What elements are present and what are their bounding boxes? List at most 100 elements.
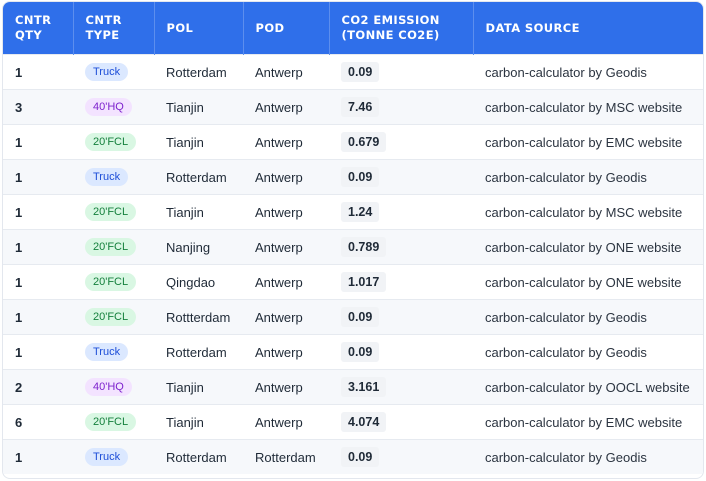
container-type-badge: 20'FCL bbox=[85, 203, 137, 221]
cell-cntr-type: Truck bbox=[73, 439, 154, 474]
cell-pod: Antwerp bbox=[243, 159, 329, 195]
emissions-table: CNTR QTY CNTR TYPE POL POD CO2 EMISSION … bbox=[3, 2, 703, 474]
table-row[interactable]: 1 20'FCL Qingdao Antwerp 1.017 carbon-calcula… bbox=[3, 264, 703, 300]
table-row[interactable]: 1 Truck Rotterdam Antwerp 0.09 carbon-calcula… bbox=[3, 159, 703, 195]
cell-cntr-type: 20'FCL bbox=[73, 404, 154, 440]
header-cntr-type[interactable]: CNTR TYPE bbox=[73, 2, 155, 55]
table-row[interactable]: 1 20'FCL Rottterdam Antwerp 0.09 carbon-calcu… bbox=[3, 299, 703, 335]
emission-value: 0.09 bbox=[341, 62, 380, 82]
cell-co2-emission: 0.679 bbox=[329, 124, 473, 160]
cell-pod: Antwerp bbox=[243, 89, 329, 125]
cell-pol: Tianjin bbox=[154, 194, 243, 230]
cell-co2-emission: 0.09 bbox=[329, 439, 473, 474]
cell-pol: Tianjin bbox=[154, 89, 243, 125]
cell-pod: Antwerp bbox=[243, 264, 329, 300]
cell-co2-emission: 0.09 bbox=[329, 334, 473, 370]
container-type-badge: 40'HQ bbox=[85, 98, 132, 116]
cell-cntr-type: Truck bbox=[73, 54, 154, 90]
cell-pod: Antwerp bbox=[243, 124, 329, 160]
cell-data-source: carbon-calculator by Geodis bbox=[473, 159, 703, 195]
table-row[interactable]: 1 20'FCL Tianjin Antwerp 1.24 carbon-calculat… bbox=[3, 194, 703, 230]
cell-pol: Qingdao bbox=[154, 264, 243, 300]
header-pol[interactable]: POL bbox=[154, 2, 244, 55]
cell-data-source: carbon-calculator by Geodis bbox=[473, 54, 703, 90]
cell-pod: Antwerp bbox=[243, 54, 329, 90]
cell-cntr-type: 20'FCL bbox=[73, 194, 154, 230]
cell-pol: Tianjin bbox=[154, 124, 243, 160]
cell-cntr-type: Truck bbox=[73, 159, 154, 195]
cell-cntr-qty: 1 bbox=[3, 264, 73, 300]
cell-data-source: carbon-calculator by MSC website bbox=[473, 89, 703, 125]
header-pod[interactable]: POD bbox=[243, 2, 330, 55]
cell-co2-emission: 0.09 bbox=[329, 159, 473, 195]
container-type-badge: 20'FCL bbox=[85, 133, 137, 151]
cell-pol: Rotterdam bbox=[154, 334, 243, 370]
cell-pod: Antwerp bbox=[243, 334, 329, 370]
cell-co2-emission: 1.24 bbox=[329, 194, 473, 230]
table-row[interactable]: 1 Truck Rotterdam Antwerp 0.09 carbon-calcula… bbox=[3, 334, 703, 370]
cell-co2-emission: 3.161 bbox=[329, 369, 473, 405]
cell-data-source: carbon-calculator by Geodis bbox=[473, 334, 703, 370]
emission-value: 1.24 bbox=[341, 202, 380, 222]
table-row[interactable]: 2 40'HQ Tianjin Antwerp 3.161 carbon-calculat… bbox=[3, 369, 703, 405]
cell-cntr-qty: 1 bbox=[3, 124, 73, 160]
cell-cntr-qty: 1 bbox=[3, 439, 73, 474]
cell-data-source: carbon-calculator by ONE website bbox=[473, 264, 703, 300]
cell-cntr-qty: 6 bbox=[3, 404, 73, 440]
cell-pol: Tianjin bbox=[154, 369, 243, 405]
container-type-badge: 40'HQ bbox=[85, 378, 132, 396]
cell-cntr-qty: 1 bbox=[3, 334, 73, 370]
table-row[interactable]: 3 40'HQ Tianjin Antwerp 7.46 carbon-calculato… bbox=[3, 89, 703, 125]
cell-data-source: carbon-calculator by Geodis bbox=[473, 299, 703, 335]
table-row[interactable]: 1 Truck Rotterdam Antwerp 0.09 carbon-calcula… bbox=[3, 54, 703, 90]
cell-cntr-qty: 2 bbox=[3, 369, 73, 405]
cell-cntr-qty: 1 bbox=[3, 159, 73, 195]
cell-pod: Rotterdam bbox=[243, 439, 329, 474]
cell-cntr-type: 20'FCL bbox=[73, 229, 154, 265]
cell-cntr-type: 20'FCL bbox=[73, 264, 154, 300]
cell-pol: Tianjin bbox=[154, 404, 243, 440]
cell-co2-emission: 0.789 bbox=[329, 229, 473, 265]
emission-value: 7.46 bbox=[341, 97, 380, 117]
table-row[interactable]: 1 Truck Rotterdam Rotterdam 0.09 carbon-calcu… bbox=[3, 439, 703, 474]
container-type-badge: 20'FCL bbox=[85, 273, 137, 291]
header-cntr-qty[interactable]: CNTR QTY bbox=[3, 2, 74, 55]
container-type-badge: 20'FCL bbox=[85, 308, 137, 326]
cell-co2-emission: 0.09 bbox=[329, 299, 473, 335]
cell-pol: Rotterdam bbox=[154, 54, 243, 90]
header-co2-emission[interactable]: CO2 EMISSION (TONNE CO2E) bbox=[329, 2, 474, 55]
emissions-table-container: CNTR QTY CNTR TYPE POL POD CO2 EMISSION … bbox=[2, 1, 704, 479]
table-row[interactable]: 1 20'FCL Tianjin Antwerp 0.679 carbon-calcula… bbox=[3, 124, 703, 160]
table-row[interactable]: 1 20'FCL Nanjing Antwerp 0.789 carbon-calcula… bbox=[3, 229, 703, 265]
cell-cntr-type: 20'FCL bbox=[73, 124, 154, 160]
cell-pod: Antwerp bbox=[243, 404, 329, 440]
cell-pod: Antwerp bbox=[243, 229, 329, 265]
emission-value: 4.074 bbox=[341, 412, 387, 432]
header-data-source[interactable]: DATA SOURCE bbox=[473, 2, 703, 55]
cell-cntr-type: 40'HQ bbox=[73, 369, 154, 405]
cell-data-source: carbon-calculator by EMC website bbox=[473, 404, 703, 440]
cell-cntr-type: Truck bbox=[73, 334, 154, 370]
emission-value: 0.09 bbox=[341, 167, 380, 187]
cell-cntr-type: 20'FCL bbox=[73, 299, 154, 335]
cell-pol: Nanjing bbox=[154, 229, 243, 265]
cell-pol: Rotterdam bbox=[154, 439, 243, 474]
table-row[interactable]: 6 20'FCL Tianjin Antwerp 4.074 carbon-calcula… bbox=[3, 404, 703, 440]
container-type-badge: Truck bbox=[85, 448, 129, 466]
emission-value: 0.789 bbox=[341, 237, 387, 257]
container-type-badge: 20'FCL bbox=[85, 413, 137, 431]
emission-value: 0.09 bbox=[341, 342, 380, 362]
cell-co2-emission: 4.074 bbox=[329, 404, 473, 440]
container-type-badge: Truck bbox=[85, 168, 129, 186]
cell-data-source: carbon-calculator by MSC website bbox=[473, 194, 703, 230]
cell-pod: Antwerp bbox=[243, 369, 329, 405]
cell-co2-emission: 7.46 bbox=[329, 89, 473, 125]
cell-cntr-qty: 3 bbox=[3, 89, 73, 125]
cell-pol: Rottterdam bbox=[154, 299, 243, 335]
emission-value: 0.09 bbox=[341, 307, 380, 327]
cell-data-source: carbon-calculator by ONE website bbox=[473, 229, 703, 265]
table-header-row: CNTR QTY CNTR TYPE POL POD CO2 EMISSION … bbox=[3, 2, 703, 55]
emission-value: 0.679 bbox=[341, 132, 387, 152]
container-type-badge: 20'FCL bbox=[85, 238, 137, 256]
cell-pod: Antwerp bbox=[243, 299, 329, 335]
